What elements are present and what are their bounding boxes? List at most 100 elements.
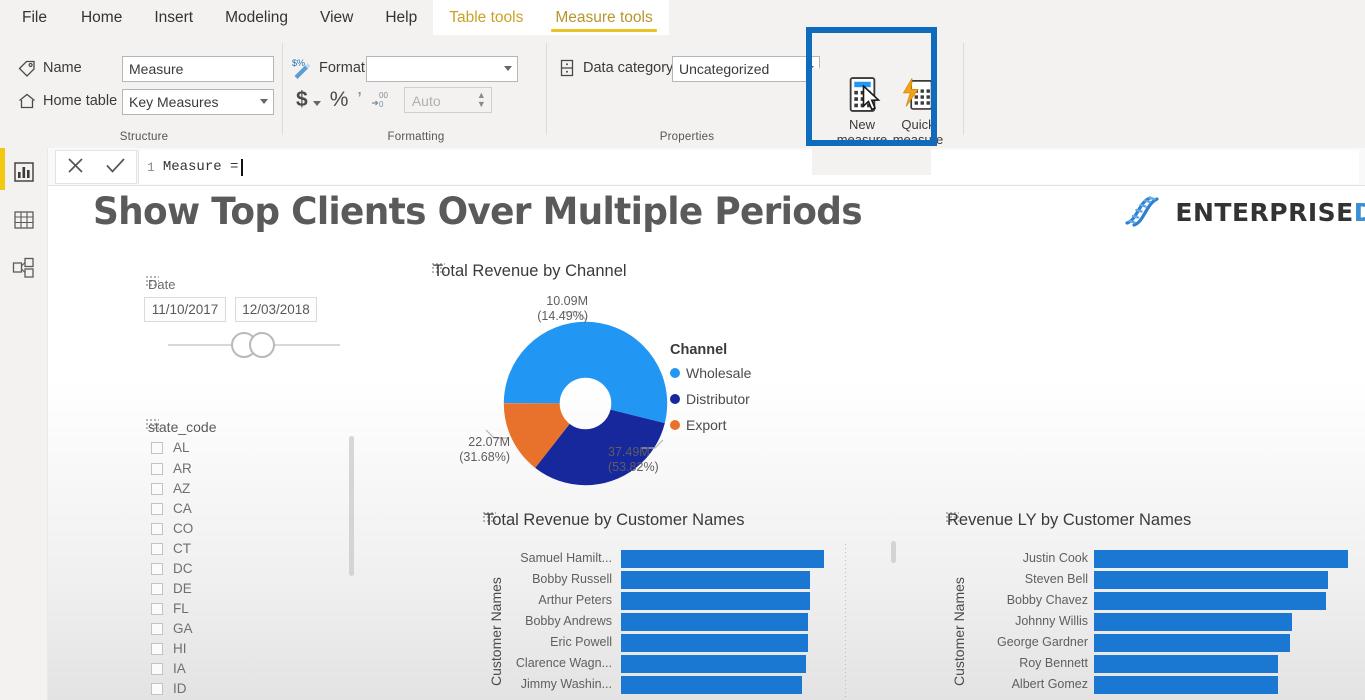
state-slicer-scrollbar[interactable] — [349, 436, 354, 576]
state-slicer-item-12[interactable]: ID — [151, 681, 187, 696]
ribbon-tab-modeling[interactable]: Modeling — [209, 0, 304, 35]
state-slicer-item-11[interactable]: IA — [151, 661, 186, 676]
bar-chart-right-bar-4[interactable] — [1094, 634, 1290, 652]
format-select[interactable] — [366, 56, 518, 82]
measure-name-label: Name — [43, 60, 82, 76]
logo-text-main: ENTERPRISE — [1175, 198, 1354, 227]
tag-icon — [16, 57, 38, 79]
quick-measure-button[interactable]: Quick measure — [886, 71, 950, 147]
report-view-icon[interactable] — [10, 158, 38, 186]
checkbox-icon[interactable] — [151, 542, 163, 555]
home-table-select[interactable]: Key Measures — [122, 89, 274, 115]
checkbox-icon[interactable] — [151, 642, 163, 655]
state-slicer-label: state_code — [148, 419, 217, 435]
ribbon-tab-help[interactable]: Help — [369, 0, 433, 35]
checkbox-icon[interactable] — [151, 662, 163, 675]
bar-chart-left-label-6: Jimmy Washin... — [520, 677, 612, 691]
donut-legend-item-wholesale[interactable]: Wholesale — [670, 365, 751, 381]
measure-name-input[interactable] — [122, 56, 274, 82]
donut-label-distributor-percent: (31.68%) — [459, 450, 510, 464]
format-icon: $% — [292, 57, 314, 79]
dax-expression-input[interactable]: 1 Measure = — [138, 150, 1359, 184]
report-canvas: Show Top Clients Over Multiple Periods E… — [48, 186, 1365, 700]
bar-chart-right-bar-5[interactable] — [1094, 655, 1278, 673]
percent-icon[interactable]: % — [330, 88, 349, 112]
bar-chart-left-bar-0[interactable] — [621, 550, 824, 568]
state-slicer-item-10[interactable]: HI — [151, 641, 187, 656]
svg-text:00: 00 — [379, 91, 388, 100]
ribbon-group-divider-1 — [282, 43, 283, 135]
state-slicer-item-label: CO — [173, 521, 194, 536]
currency-dollar-icon[interactable]: $ — [296, 88, 308, 112]
bar-chart-right-bar-6[interactable] — [1094, 676, 1278, 694]
stepper-arrows-icon[interactable]: ▲ ▼ — [477, 91, 486, 109]
donut-legend-item-distributor[interactable]: Distributor — [670, 391, 750, 407]
donut-legend-item-export[interactable]: Export — [670, 417, 726, 433]
checkbox-icon[interactable] — [151, 522, 163, 535]
ribbon-tab-home[interactable]: Home — [65, 0, 138, 35]
checkbox-icon[interactable] — [151, 462, 163, 475]
ribbon-tab-table-tools[interactable]: Table tools — [433, 0, 540, 35]
x-icon[interactable] — [66, 156, 85, 179]
bar-chart-left-bar-2[interactable] — [621, 592, 810, 610]
state-slicer-item-1[interactable]: AR — [151, 461, 192, 476]
date-slicer-end-handle[interactable] — [249, 332, 275, 358]
data-view-icon[interactable] — [10, 206, 38, 234]
bar-chart-left-scrollbar[interactable] — [891, 541, 896, 563]
model-view-icon[interactable] — [10, 254, 38, 282]
state-slicer-item-3[interactable]: CA — [151, 501, 192, 516]
date-slicer-end-input[interactable]: 12/03/2018 — [235, 297, 317, 322]
donut-legend-title: Channel — [670, 342, 728, 358]
bar-chart-right-title: Revenue LY by Customer Names — [947, 511, 1192, 529]
check-icon[interactable] — [105, 156, 126, 179]
ribbon-tab-file[interactable]: File — [0, 0, 65, 35]
ribbon-tab-view[interactable]: View — [304, 0, 369, 35]
bar-chart-left-label-0: Samuel Hamilt... — [520, 551, 612, 565]
home-table-field-row: Home table — [16, 90, 117, 112]
checkbox-icon[interactable] — [151, 602, 163, 615]
state-slicer-item-4[interactable]: CO — [151, 521, 193, 536]
currency-chevron-down-icon[interactable] — [312, 100, 321, 106]
bar-chart-right-bar-0[interactable] — [1094, 550, 1348, 568]
checkbox-icon[interactable] — [151, 622, 163, 635]
bar-chart-left-bar-6[interactable] — [621, 676, 802, 694]
state-slicer-item-0[interactable]: AL — [151, 440, 190, 455]
checkbox-icon[interactable] — [151, 502, 163, 515]
bar-chart-left-bar-5[interactable] — [621, 655, 806, 673]
bar-chart-left-bar-1[interactable] — [621, 571, 810, 589]
date-slicer-start-input[interactable]: 11/10/2017 — [144, 297, 226, 322]
decimal-places-stepper[interactable]: Auto ▲ ▼ — [403, 87, 492, 113]
checkbox-icon[interactable] — [151, 582, 163, 595]
ribbon-tab-insert[interactable]: Insert — [138, 0, 209, 35]
thousands-separator-icon[interactable]: ’ — [357, 89, 361, 112]
checkbox-icon[interactable] — [151, 682, 163, 695]
state-slicer-item-8[interactable]: FL — [151, 601, 189, 616]
state-slicer-item-6[interactable]: DC — [151, 561, 193, 576]
checkbox-icon[interactable] — [151, 562, 163, 575]
bar-chart-right-bar-2[interactable] — [1094, 592, 1326, 610]
decimal-places-icon[interactable]: 00 0 — [371, 90, 391, 111]
ribbon-tab-strip: File Home Insert Modeling View Help Tabl… — [0, 0, 1365, 35]
bar-chart-left-label-1: Bobby Russell — [532, 572, 612, 586]
bar-chart-left-gridline — [845, 544, 846, 700]
state-slicer-item-5[interactable]: CT — [151, 541, 191, 556]
home-icon — [16, 90, 38, 112]
state-slicer-item-2[interactable]: AZ — [151, 481, 190, 496]
ribbon-tab-measure-tools[interactable]: Measure tools — [539, 0, 669, 35]
bar-chart-right-label-0: Justin Cook — [1022, 551, 1088, 565]
bar-chart-left-bar-4[interactable] — [621, 634, 808, 652]
donut-label-distributor: 22.07M (31.68%) — [420, 435, 510, 465]
donut-label-wholesale-percent: (53.82%) — [608, 460, 659, 474]
checkbox-icon[interactable] — [151, 441, 163, 454]
state-slicer-item-9[interactable]: GA — [151, 621, 193, 636]
bar-chart-left-bar-3[interactable] — [621, 613, 808, 631]
active-tab-underline — [551, 29, 657, 32]
state-slicer-item-7[interactable]: DE — [151, 581, 192, 596]
data-category-select[interactable]: Uncategorized — [672, 56, 820, 82]
state-slicer-item-label: AR — [173, 461, 192, 476]
checkbox-icon[interactable] — [151, 482, 163, 495]
bar-chart-right-bar-1[interactable] — [1094, 571, 1328, 589]
chevron-down-icon — [260, 99, 268, 104]
bar-chart-right-bar-3[interactable] — [1094, 613, 1292, 631]
ribbon-group-structure-label: Structure — [119, 131, 169, 143]
